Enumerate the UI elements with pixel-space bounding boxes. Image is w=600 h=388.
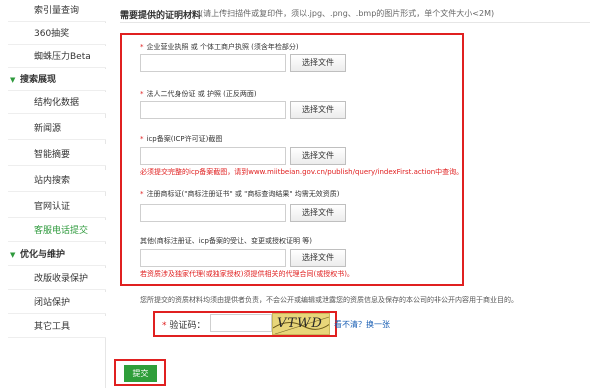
- sidebar-item-revision-protect[interactable]: 改版收录保护: [8, 268, 106, 290]
- business-license-file-field[interactable]: [140, 54, 286, 72]
- triangle-down-icon: ▼: [10, 76, 16, 84]
- business-license-choose-button[interactable]: 选择文件: [290, 54, 346, 72]
- disclaimer-text: 您所提交的资质材料均须由提供者负责，不会公开或编辑或泄露您的资质信息及保存的本公…: [140, 296, 518, 304]
- field-label-other: 其他(商标注册证、icp备案的受让、变更或授权证明 等): [140, 237, 312, 245]
- field-label-icp: * icp备案(ICP许可证)截图: [140, 135, 223, 143]
- submit-button[interactable]: 提交: [124, 365, 157, 382]
- other-note: 若资质涉及独家代理(或独家授权)须提供相关的代理合同(或授权书)。: [140, 270, 354, 278]
- captcha-input[interactable]: [210, 314, 272, 332]
- sidebar-item-close-site[interactable]: 闭站保护: [8, 292, 106, 314]
- sidebar-section-optimize[interactable]: ▼ 优化与维护: [8, 244, 106, 266]
- id-card-choose-button[interactable]: 选择文件: [290, 101, 346, 119]
- sidebar-item-service-phone[interactable]: 客服电话提交: [8, 220, 106, 242]
- field-label-id-card: * 法人二代身份证 或 护照 (正反两面): [140, 90, 257, 98]
- icp-note: 必须提交完整的icp备案截图，请到www.miitbeian.gov.cn/pu…: [140, 168, 464, 176]
- icp-choose-button[interactable]: 选择文件: [290, 147, 346, 165]
- captcha-image[interactable]: VTWD: [272, 313, 330, 335]
- section-heading: 需要提供的证明材料: [120, 11, 202, 21]
- field-label-trademark: * 注册商标证("商标注册证书" 或 "商标查询结果" 均需无效资质): [140, 190, 340, 198]
- icp-file-field[interactable]: [140, 147, 286, 165]
- captcha-refresh-link[interactable]: 看不清？换一张: [334, 319, 390, 330]
- field-label-business-license: * 企业营业执照 或 个体工商户执照 (须含年检部分): [140, 43, 299, 51]
- sidebar-item-structured-data[interactable]: 结构化数据: [8, 92, 106, 114]
- sidebar-item-index-query[interactable]: 索引量查询: [8, 0, 106, 22]
- id-card-file-field[interactable]: [140, 101, 286, 119]
- sidebar-item-smart-summary[interactable]: 智能摘要: [8, 144, 106, 166]
- sidebar-item-official-cert[interactable]: 官网认证: [8, 196, 106, 218]
- trademark-file-field[interactable]: [140, 204, 286, 222]
- upload-hint: (请上传扫描件或复印件，须以.jpg、.png、.bmp的图片形式，单个文件大小…: [200, 9, 495, 18]
- trademark-choose-button[interactable]: 选择文件: [290, 204, 346, 222]
- other-file-field[interactable]: [140, 249, 286, 267]
- sidebar-item-site-search[interactable]: 站内搜索: [8, 170, 106, 192]
- sidebar-item-news-source[interactable]: 新闻源: [8, 118, 106, 140]
- triangle-down-icon: ▼: [10, 251, 16, 259]
- captcha-text: VTWD: [277, 316, 323, 331]
- sidebar: 索引量查询 360抽奖 蜘蛛压力Beta ▼ 搜索展现 结构化数据 新闻源 智能…: [0, 0, 106, 388]
- sidebar-item-other-tools[interactable]: 其它工具: [8, 316, 106, 338]
- divider: [120, 22, 590, 23]
- sidebar-section-search-display[interactable]: ▼ 搜索展现: [8, 69, 106, 91]
- sidebar-item-360[interactable]: 360抽奖: [8, 23, 106, 45]
- sidebar-item-spider-pressure[interactable]: 蜘蛛压力Beta: [8, 46, 106, 68]
- other-choose-button[interactable]: 选择文件: [290, 249, 346, 267]
- captcha-label: * 验证码：: [162, 321, 206, 331]
